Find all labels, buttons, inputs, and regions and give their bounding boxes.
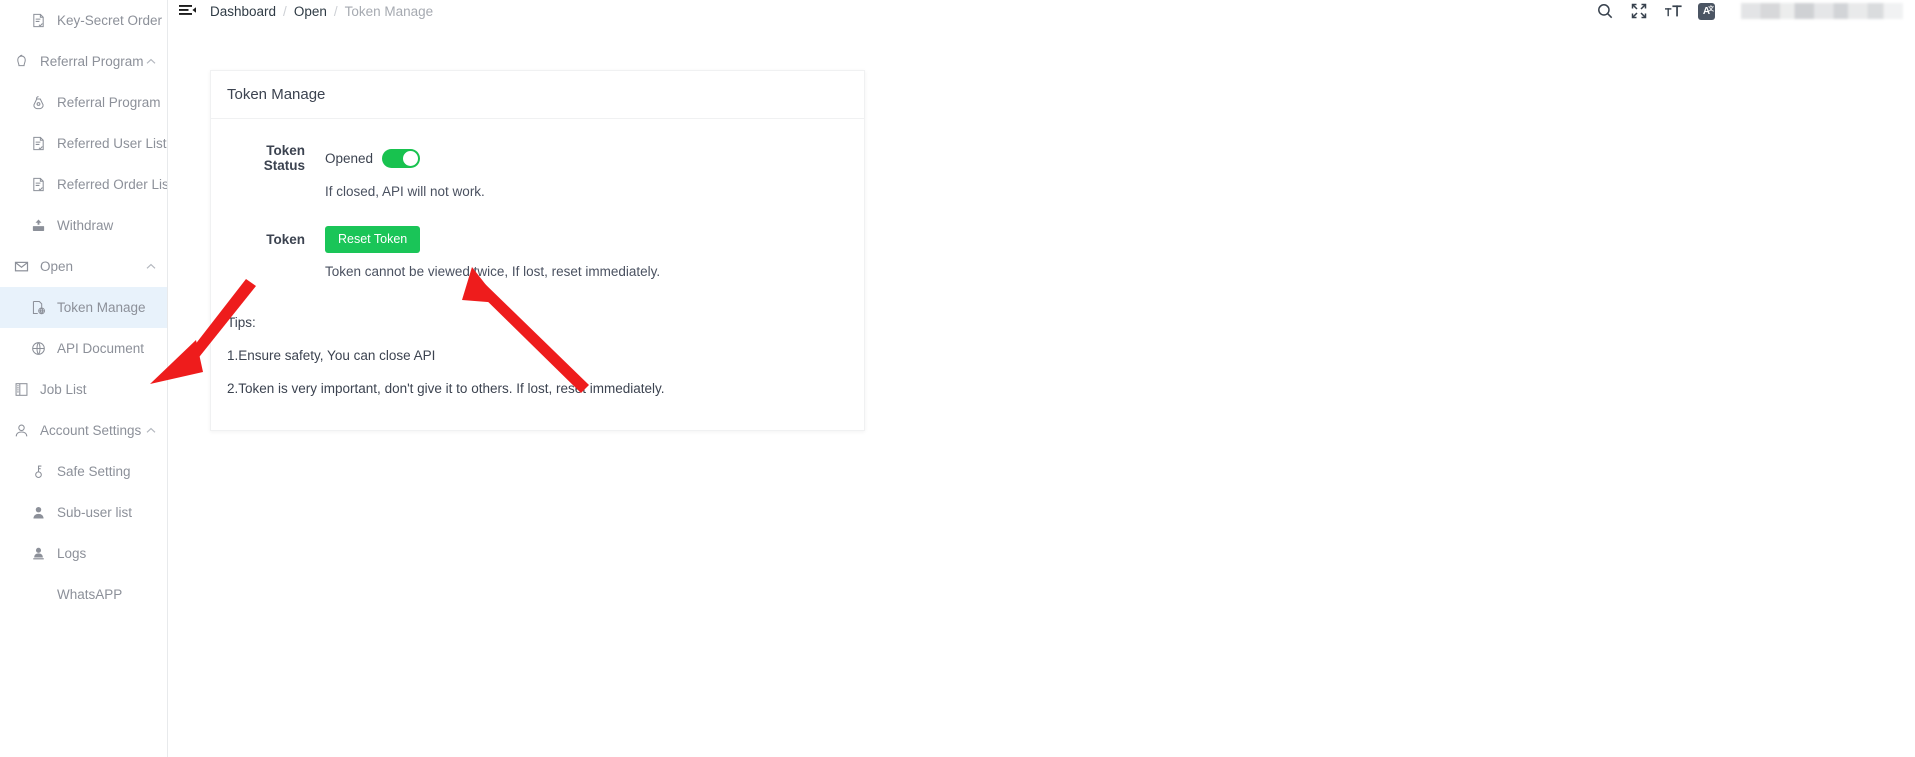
sidebar-item-label: Sub-user list bbox=[57, 505, 133, 520]
breadcrumb-separator: / bbox=[333, 3, 338, 19]
token-manage-card: Token Manage Token Status Opened If clos… bbox=[210, 70, 865, 431]
token-control: Reset Token bbox=[325, 226, 421, 253]
card-body: Token Status Opened If closed, API will … bbox=[211, 119, 864, 430]
breadcrumb-item-token-manage: Token Manage bbox=[344, 3, 434, 19]
user-account-area[interactable] bbox=[1741, 3, 1903, 19]
file-order-icon bbox=[30, 176, 47, 193]
sidebar-item-label: Referred User List bbox=[57, 136, 167, 151]
top-header: Dashboard / Open / Token Manage A 文 bbox=[168, 0, 1915, 22]
sidebar-item-key-secret-order[interactable]: Key-Secret Order bbox=[0, 0, 167, 41]
header-actions: A 文 bbox=[1596, 2, 1903, 20]
breadcrumb-item-dashboard[interactable]: Dashboard bbox=[210, 4, 276, 19]
chevron-up-icon bbox=[144, 58, 159, 65]
toggle-knob bbox=[403, 150, 419, 166]
sidebar-item-referred-user-list[interactable]: Referred User List bbox=[0, 123, 167, 164]
sidebar-item-label: Job List bbox=[40, 382, 87, 397]
sidebar-item-label: Referral Program bbox=[57, 95, 161, 110]
withdraw-icon bbox=[30, 217, 47, 234]
sidebar-item-label: Referred Order List bbox=[57, 177, 168, 192]
translate-icon[interactable]: A 文 bbox=[1698, 2, 1715, 20]
sidebar-nav: Key-Secret Order Referral Program Referr… bbox=[0, 0, 167, 615]
file-order-icon bbox=[30, 12, 47, 29]
app-root: Key-Secret Order Referral Program Referr… bbox=[0, 0, 1915, 757]
sidebar-item-label: Token Manage bbox=[57, 300, 146, 315]
user-log-icon bbox=[30, 545, 47, 562]
token-status-value: Opened bbox=[325, 150, 374, 166]
search-icon[interactable] bbox=[1596, 2, 1614, 20]
bag-icon bbox=[30, 94, 47, 111]
globe-icon bbox=[30, 340, 47, 357]
sidebar-item-referred-order-list[interactable]: Referred Order List bbox=[0, 164, 167, 205]
sidebar-item-label: WhatsAPP bbox=[57, 587, 123, 602]
sidebar-item-api-document[interactable]: API Document bbox=[0, 328, 167, 369]
tips-heading: Tips: bbox=[227, 315, 256, 330]
token-status-hint: If closed, API will not work. bbox=[325, 184, 485, 199]
font-size-icon[interactable] bbox=[1664, 2, 1682, 20]
sidebar-item-referral-program[interactable]: Referral Program bbox=[0, 82, 167, 123]
fullscreen-icon[interactable] bbox=[1630, 2, 1648, 20]
sidebar-item-logs[interactable]: Logs bbox=[0, 533, 167, 574]
content-area: Token Manage Token Status Opened If clos… bbox=[168, 22, 1915, 757]
sidebar-item-label: Open bbox=[40, 259, 74, 274]
token-row: Token Reset Token bbox=[227, 226, 848, 253]
sidebar-item-whatsapp[interactable]: WhatsAPP bbox=[0, 574, 167, 615]
sidebar-item-label: API Document bbox=[57, 341, 145, 356]
reset-token-button[interactable]: Reset Token bbox=[325, 226, 421, 253]
tips-section: Tips: 1.Ensure safety, You can close API… bbox=[227, 315, 848, 396]
token-label: Token bbox=[266, 232, 305, 247]
breadcrumb-separator: / bbox=[283, 3, 287, 19]
sidebar-group-account-settings[interactable]: Account Settings bbox=[0, 410, 167, 451]
translate-sup: 文 bbox=[1707, 6, 1714, 13]
tips-line-2: 2.Token is very important, don't give it… bbox=[227, 381, 665, 396]
user-solid-icon bbox=[30, 504, 47, 521]
sidebar-item-token-manage[interactable]: Token Manage bbox=[0, 287, 167, 328]
breadcrumb-item-open[interactable]: Open bbox=[294, 4, 327, 19]
card-title: Token Manage bbox=[211, 71, 864, 119]
key-icon bbox=[30, 463, 47, 480]
token-icon bbox=[30, 299, 47, 316]
file-order-icon bbox=[30, 135, 47, 152]
sidebar-item-label: Account Settings bbox=[40, 423, 142, 438]
sidebar-item-sub-user-list[interactable]: Sub-user list bbox=[0, 492, 167, 533]
main-area: Dashboard / Open / Token Manage A 文 Toke… bbox=[168, 0, 1915, 757]
tips-line-1: 1.Ensure safety, You can close API bbox=[227, 348, 436, 363]
sidebar: Key-Secret Order Referral Program Referr… bbox=[0, 0, 168, 757]
sidebar-item-withdraw[interactable]: Withdraw bbox=[0, 205, 167, 246]
sidebar-item-safe-setting[interactable]: Safe Setting bbox=[0, 451, 167, 492]
sidebar-item-label: Logs bbox=[57, 546, 87, 561]
token-status-control: Opened bbox=[325, 148, 421, 168]
token-status-row: Token Status Opened bbox=[227, 143, 848, 173]
chevron-up-icon bbox=[143, 263, 159, 270]
sidebar-item-label: Referral Program bbox=[40, 54, 144, 69]
sidebar-item-label: Safe Setting bbox=[57, 464, 131, 479]
mail-icon bbox=[13, 258, 30, 275]
sidebar-group-referral-program[interactable]: Referral Program bbox=[0, 41, 167, 82]
breadcrumb: Dashboard / Open / Token Manage bbox=[210, 4, 433, 19]
sidebar-group-open[interactable]: Open bbox=[0, 246, 167, 287]
token-status-toggle[interactable] bbox=[382, 148, 421, 168]
user-outline-icon bbox=[13, 422, 30, 439]
sidebar-item-job-list[interactable]: Job List bbox=[0, 369, 167, 410]
token-status-label: Token Status bbox=[263, 143, 305, 173]
menu-fold-icon[interactable] bbox=[178, 2, 196, 20]
sidebar-item-label: Withdraw bbox=[57, 218, 114, 233]
sidebar-item-label: Key-Secret Order bbox=[57, 13, 163, 28]
token-hint: Token cannot be viewed twice, If lost, r… bbox=[325, 264, 661, 279]
chevron-up-icon bbox=[143, 427, 159, 434]
gift-icon bbox=[13, 53, 30, 70]
book-icon bbox=[13, 381, 30, 398]
